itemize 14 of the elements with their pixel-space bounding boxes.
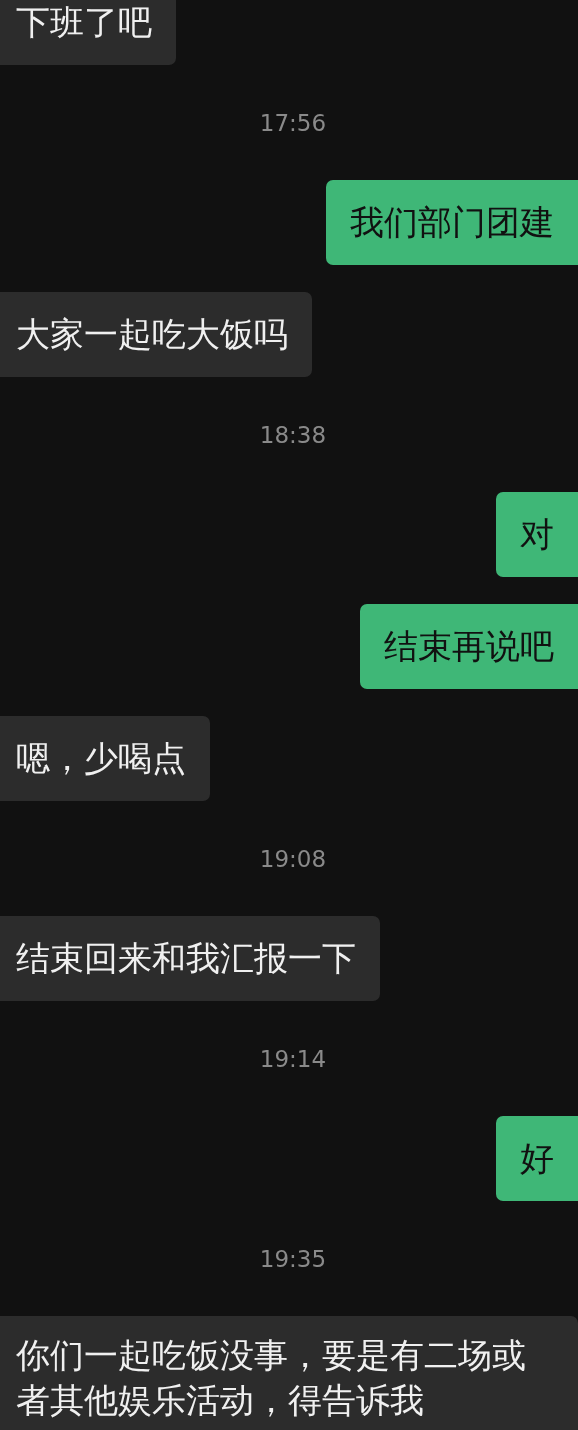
message-bubble: 嗯，少喝点 (0, 716, 210, 801)
message-bubble: 下班了吧 (0, 0, 176, 65)
message-bubble: 你们一起吃饭没事，要是有二场或者其他娱乐活动，得告诉我 (0, 1316, 578, 1430)
timestamp: 17:56 (258, 109, 327, 136)
message-bubble: 好 (496, 1116, 578, 1201)
timestamp: 19:35 (258, 1245, 327, 1272)
message-bubble: 结束再说吧 (360, 604, 578, 689)
timestamp: 18:38 (258, 421, 327, 448)
message-bubble: 大家一起吃大饭吗 (0, 292, 312, 377)
message-bubble: 我们部门团建 (326, 180, 578, 265)
message-bubble: 对 (496, 492, 578, 577)
message-bubble: 结束回来和我汇报一下 (0, 916, 380, 1001)
timestamp: 19:08 (258, 845, 327, 872)
timestamp: 19:14 (258, 1045, 327, 1072)
